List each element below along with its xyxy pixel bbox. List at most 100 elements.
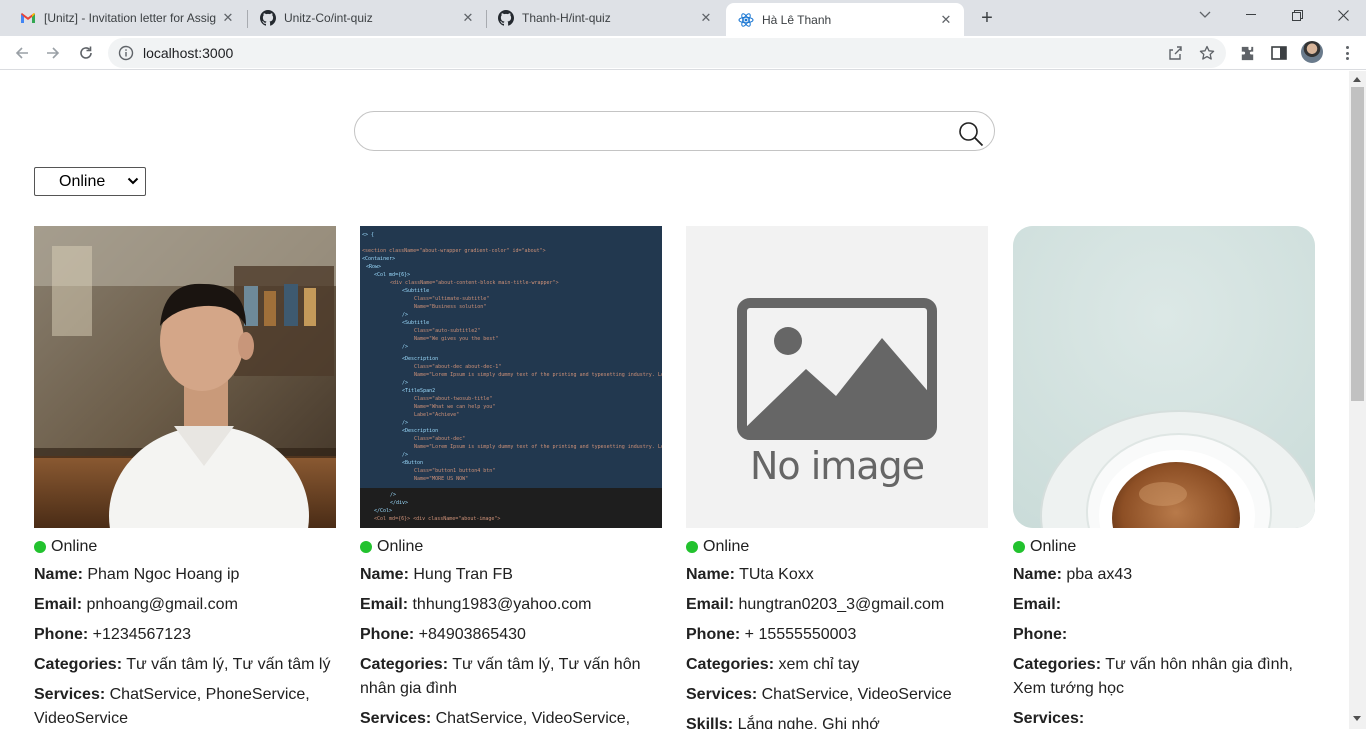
page-viewport: Online Online Name: Pham Ngoc Hoang ip E… bbox=[0, 71, 1349, 729]
svg-text:<Container>: <Container> bbox=[362, 256, 395, 262]
svg-text:<TitleSpan2: <TitleSpan2 bbox=[402, 388, 435, 394]
profile-avatar[interactable] bbox=[1301, 41, 1323, 63]
svg-text:Name="We gives you the best": Name="We gives you the best" bbox=[414, 336, 498, 342]
tab-unitz-int-quiz[interactable]: Unitz-Co/int-quiz ✕ bbox=[248, 3, 486, 33]
name-label: Name: bbox=[686, 566, 735, 583]
categories-label: Categories: bbox=[360, 656, 449, 673]
categories-value: Tư vấn tâm lý, Tư vấn tâm lý bbox=[126, 656, 331, 673]
services-label: Services: bbox=[686, 686, 758, 703]
profile-card[interactable]: Online Name: Pham Ngoc Hoang ip Email: p… bbox=[34, 226, 336, 729]
reload-icon bbox=[80, 46, 92, 59]
chevron-down-icon bbox=[127, 177, 139, 185]
phone-field: Phone: +84903865430 bbox=[360, 623, 662, 647]
svg-text:Class="about-dec about-dec-1": Class="about-dec about-dec-1" bbox=[414, 364, 501, 370]
profile-card[interactable]: <> { <section className="about-wrapper g… bbox=[360, 226, 662, 729]
page-scrollbar[interactable] bbox=[1349, 71, 1366, 729]
status-indicator: Online bbox=[1013, 537, 1315, 557]
phone-field: Phone: +1234567123 bbox=[34, 623, 336, 647]
name-label: Name: bbox=[1013, 566, 1062, 583]
github-icon bbox=[498, 10, 514, 26]
phone-field: Phone: + 15555550003 bbox=[686, 623, 988, 647]
categories-value: xem chỉ tay bbox=[778, 656, 860, 673]
email-label: Email: bbox=[686, 596, 735, 613]
email-field: Email: pnhoang@gmail.com bbox=[34, 593, 336, 617]
tab-title: [Unitz] - Invitation letter for Assig bbox=[44, 11, 217, 25]
scroll-down-arrow-icon[interactable] bbox=[1353, 716, 1361, 721]
no-image-text: No image bbox=[749, 444, 925, 488]
profile-photo[interactable] bbox=[1013, 226, 1315, 528]
new-tab-button[interactable]: + bbox=[976, 7, 998, 29]
name-value: Hung Tran FB bbox=[413, 566, 513, 583]
profile-photo[interactable] bbox=[34, 226, 336, 528]
tab-active-ha-le-thanh[interactable]: Hà Lê Thanh ✕ bbox=[726, 3, 964, 36]
bookmark-star-icon[interactable] bbox=[1199, 45, 1215, 61]
close-tab-icon[interactable]: ✕ bbox=[220, 10, 236, 26]
services-value: ChatService, VideoService, bbox=[435, 710, 631, 727]
tab-title: Thanh-H/int-quiz bbox=[522, 11, 611, 25]
phone-label: Phone: bbox=[1013, 626, 1068, 643]
services-field: Services: ChatService, VideoService, bbox=[360, 707, 662, 729]
email-label: Email: bbox=[1013, 596, 1062, 613]
tab-title: Unitz-Co/int-quiz bbox=[284, 11, 373, 25]
svg-text:<> {: <> { bbox=[362, 232, 374, 238]
profile-photo[interactable]: <> { <section className="about-wrapper g… bbox=[360, 226, 662, 528]
services-label: Services: bbox=[360, 710, 432, 727]
close-tab-icon[interactable]: ✕ bbox=[698, 10, 714, 26]
svg-text:Class="ultimate-subtitle": Class="ultimate-subtitle" bbox=[414, 296, 489, 302]
restore-button[interactable] bbox=[1274, 0, 1320, 30]
search-input[interactable] bbox=[371, 120, 951, 142]
reload-button[interactable] bbox=[72, 39, 100, 67]
info-icon[interactable] bbox=[118, 45, 134, 61]
categories-field: Categories: Tư vấn tâm lý, Tư vấn hôn nh… bbox=[360, 653, 662, 701]
email-field: Email: thhung1983@yahoo.com bbox=[360, 593, 662, 617]
svg-text:</div>: </div> bbox=[390, 500, 408, 506]
phone-label: Phone: bbox=[686, 626, 741, 643]
scrollbar-thumb[interactable] bbox=[1351, 87, 1364, 401]
tab-thanh-int-quiz[interactable]: Thanh-H/int-quiz ✕ bbox=[486, 3, 724, 33]
side-panel-icon[interactable] bbox=[1270, 44, 1288, 62]
search-box[interactable] bbox=[354, 111, 995, 151]
categories-field: Categories: Tư vấn tâm lý, Tư vấn tâm lý bbox=[34, 653, 336, 677]
github-icon bbox=[260, 10, 276, 26]
address-bar[interactable]: localhost:3000 bbox=[108, 38, 1226, 68]
extensions-puzzle-icon[interactable] bbox=[1238, 44, 1256, 62]
svg-text:Label="Achieve": Label="Achieve" bbox=[414, 412, 459, 418]
scroll-up-arrow-icon[interactable] bbox=[1353, 77, 1361, 82]
status-text: Online bbox=[1030, 538, 1077, 555]
online-dot-icon bbox=[686, 541, 698, 553]
close-tab-icon[interactable]: ✕ bbox=[460, 10, 476, 26]
services-field: Services: bbox=[1013, 707, 1315, 729]
email-value: pnhoang@gmail.com bbox=[86, 596, 238, 613]
svg-text:<Description: <Description bbox=[402, 356, 438, 362]
status-filter-select[interactable]: Online bbox=[34, 167, 146, 196]
tab-gmail[interactable]: [Unitz] - Invitation letter for Assig ✕ bbox=[8, 3, 246, 33]
tab-title: Hà Lê Thanh bbox=[762, 12, 832, 27]
close-tab-icon[interactable]: ✕ bbox=[938, 12, 954, 28]
phone-label: Phone: bbox=[360, 626, 415, 643]
phone-field: Phone: bbox=[1013, 623, 1315, 647]
phone-value: +84903865430 bbox=[418, 626, 526, 643]
browser-menu-icon[interactable] bbox=[1338, 44, 1356, 62]
search-icon[interactable] bbox=[958, 121, 984, 147]
close-window-button[interactable] bbox=[1320, 0, 1366, 30]
svg-text:Name="Lorem Ipsum is simply du: Name="Lorem Ipsum is simply dummy text o… bbox=[414, 444, 662, 450]
svg-text:Name="What we can help you": Name="What we can help you" bbox=[414, 404, 495, 410]
minimize-button[interactable] bbox=[1228, 0, 1274, 30]
categories-field: Categories: xem chỉ tay bbox=[686, 653, 988, 677]
svg-text:Name="Business solution": Name="Business solution" bbox=[414, 304, 486, 310]
share-icon[interactable] bbox=[1167, 45, 1183, 61]
profile-card[interactable]: No image Online Name: TUta Koxx Email: h… bbox=[686, 226, 988, 729]
name-field: Name: Hung Tran FB bbox=[360, 563, 662, 587]
categories-label: Categories: bbox=[686, 656, 775, 673]
svg-text:/>: /> bbox=[402, 344, 408, 350]
categories-label: Categories: bbox=[34, 656, 123, 673]
tab-search-chevron-icon[interactable] bbox=[1182, 0, 1228, 30]
back-button[interactable] bbox=[8, 39, 36, 67]
profile-card[interactable]: Online Name: pba ax43 Email: Phone: Cate… bbox=[1013, 226, 1315, 729]
name-field: Name: Pham Ngoc Hoang ip bbox=[34, 563, 336, 587]
profile-photo[interactable]: No image bbox=[686, 226, 988, 528]
svg-text:<Row>: <Row> bbox=[366, 264, 381, 270]
svg-text:Class="auto-subtitle2": Class="auto-subtitle2" bbox=[414, 328, 480, 334]
forward-button[interactable] bbox=[39, 39, 67, 67]
online-dot-icon bbox=[360, 541, 372, 553]
